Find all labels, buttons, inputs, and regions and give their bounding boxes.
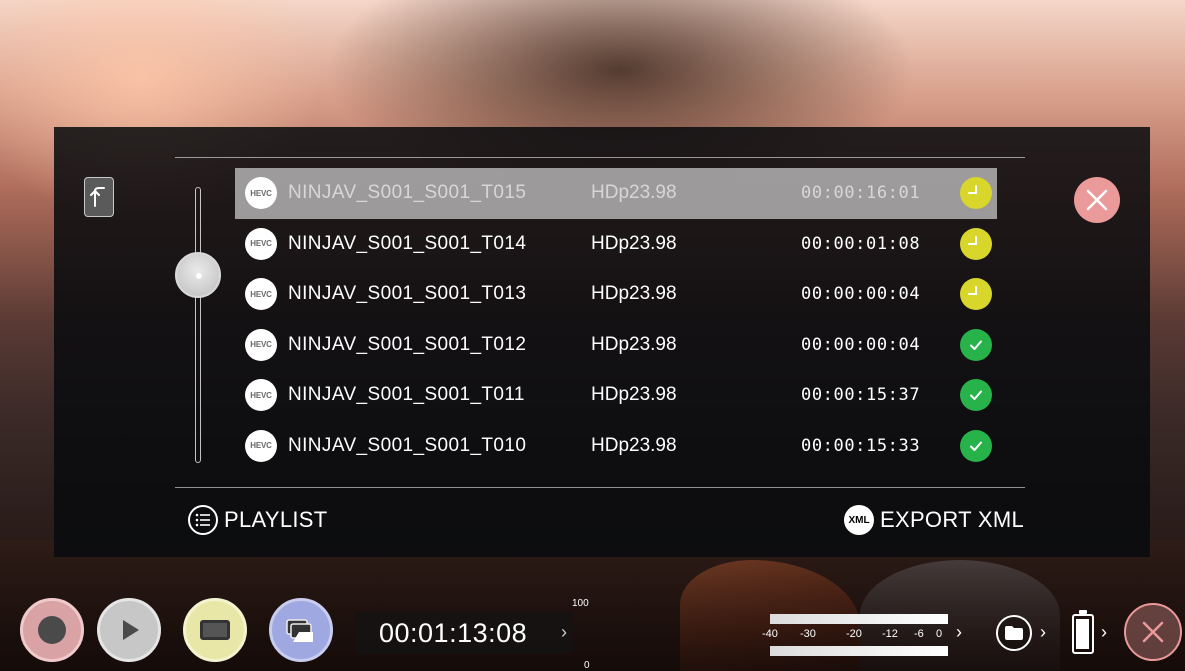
file-browser-panel: HEVC NINJAV_S001_S001_T015 HDp23.98 00:00:1…: [54, 127, 1150, 557]
layers-icon: [286, 619, 313, 642]
file-row[interactable]: HEVC NINJAV_S001_S001_T010 HDp23.98 00:00:1…: [235, 421, 997, 472]
hevc-codec-icon: HEVC: [245, 328, 277, 361]
scrollbar-thumb[interactable]: [175, 252, 221, 298]
battery-icon[interactable]: [1072, 610, 1094, 654]
playlist-button[interactable]: PLAYLIST: [188, 504, 327, 536]
up-arrow-icon: [90, 187, 105, 207]
timecode-display[interactable]: 00:01:13:08 ›: [355, 612, 573, 654]
meter-tick: 0: [936, 628, 943, 640]
folder-icon: [1005, 626, 1023, 640]
file-list: HEVC NINJAV_S001_S001_T015 HDp23.98 00:00:1…: [235, 168, 997, 471]
export-xml-label: EXPORT XML: [880, 507, 1025, 532]
file-row[interactable]: HEVC NINJAV_S001_S001_T011 HDp23.98 00:00:1…: [235, 370, 997, 421]
hevc-codec-icon: HEVC: [245, 227, 277, 260]
audio-meter-bar-bottom: [770, 646, 948, 656]
file-duration: 00:00:00:04: [801, 334, 921, 355]
scale-label-bottom: 0: [584, 660, 590, 671]
file-row[interactable]: HEVC NINJAV_S001_S001_T015 HDp23.98 00:00:1…: [235, 168, 997, 219]
file-name: NINJAV_S001_S001_T012: [288, 333, 527, 355]
file-duration: 00:00:01:08: [801, 233, 921, 254]
playlist-label: PLAYLIST: [224, 507, 328, 532]
record-button[interactable]: [20, 598, 84, 662]
layers-button[interactable]: [269, 598, 333, 662]
close-button[interactable]: [1074, 177, 1120, 223]
file-format: HDp23.98: [591, 434, 677, 456]
media-folder-button[interactable]: [996, 615, 1032, 651]
play-button[interactable]: [97, 598, 161, 662]
audio-meter[interactable]: -40 -30 -20 -12 -6 0: [760, 614, 952, 658]
hevc-codec-icon: HEVC: [245, 429, 277, 462]
file-name: NINJAV_S001_S001_T013: [288, 283, 527, 305]
hevc-codec-icon: HEVC: [245, 379, 277, 412]
file-format: HDp23.98: [591, 384, 677, 406]
close-icon: [1086, 189, 1108, 211]
file-row[interactable]: HEVC NINJAV_S001_S001_T014 HDp23.98 00:00:0…: [235, 219, 997, 270]
export-xml-button[interactable]: XML EXPORT XML: [844, 504, 1024, 536]
meter-tick: -40: [762, 628, 778, 640]
file-format: HDp23.98: [591, 283, 677, 305]
check-icon: [960, 328, 992, 361]
meter-tick: -30: [800, 628, 816, 640]
clock-icon: [960, 227, 992, 260]
chevron-right-icon: ›: [561, 622, 567, 642]
meter-tick: -20: [846, 628, 862, 640]
file-row[interactable]: HEVC NINJAV_S001_S001_T013 HDp23.98 00:00:0…: [235, 269, 997, 320]
close-icon: [1142, 621, 1164, 643]
hevc-codec-icon: HEVC: [245, 177, 277, 210]
hevc-codec-icon: HEVC: [245, 278, 277, 311]
divider-top: [175, 157, 1025, 158]
file-name: NINJAV_S001_S001_T014: [288, 232, 527, 254]
exit-button[interactable]: [1124, 603, 1182, 661]
record-dot-icon: [38, 616, 66, 644]
file-format: HDp23.98: [591, 333, 677, 355]
timecode-value: 00:01:13:08: [379, 617, 528, 648]
meter-tick: -6: [914, 628, 924, 640]
clock-icon: [960, 278, 992, 311]
chevron-right-icon: ›: [1040, 622, 1046, 642]
xml-icon: XML: [844, 505, 874, 535]
file-name: NINJAV_S001_S001_T011: [288, 384, 525, 406]
up-folder-button[interactable]: [84, 177, 114, 217]
file-duration: 00:00:16:01: [801, 183, 921, 204]
monitor-mode-button[interactable]: [183, 598, 247, 662]
scale-label-top: 100: [572, 598, 589, 609]
file-format: HDp23.98: [591, 232, 677, 254]
check-icon: [960, 379, 992, 412]
meter-tick: -12: [882, 628, 898, 640]
file-name: NINJAV_S001_S001_T010: [288, 434, 527, 456]
divider-bottom: [175, 487, 1025, 488]
chevron-right-icon: ›: [1101, 622, 1107, 642]
check-icon: [960, 429, 992, 462]
play-icon: [123, 620, 139, 640]
chevron-right-icon: ›: [956, 622, 962, 642]
file-name: NINJAV_S001_S001_T015: [288, 182, 527, 204]
file-duration: 00:00:15:33: [801, 435, 921, 456]
screen-icon: [200, 620, 230, 640]
file-format: HDp23.98: [591, 182, 677, 204]
file-row[interactable]: HEVC NINJAV_S001_S001_T012 HDp23.98 00:00:0…: [235, 320, 997, 371]
clock-icon: [960, 177, 992, 210]
file-duration: 00:00:00:04: [801, 284, 921, 305]
list-icon: [188, 505, 218, 535]
file-duration: 00:00:15:37: [801, 385, 921, 406]
audio-meter-bar-top: [770, 614, 948, 624]
scrollbar-track[interactable]: [195, 187, 201, 463]
